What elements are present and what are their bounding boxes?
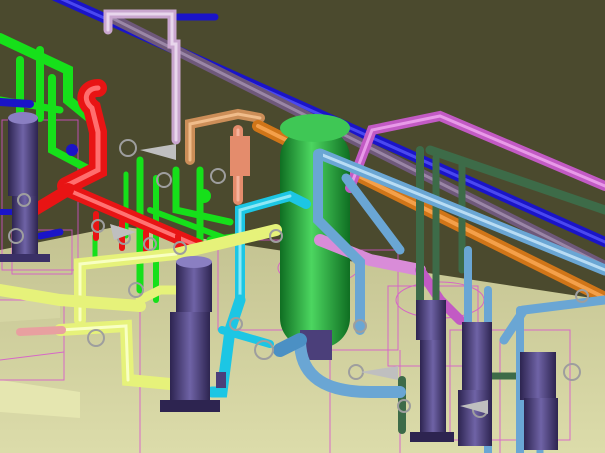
piping-plant-3d-render — [0, 0, 605, 453]
pump-right-3 — [520, 352, 558, 450]
pink-pipe — [16, 326, 66, 336]
pump-right-2 — [458, 322, 492, 446]
